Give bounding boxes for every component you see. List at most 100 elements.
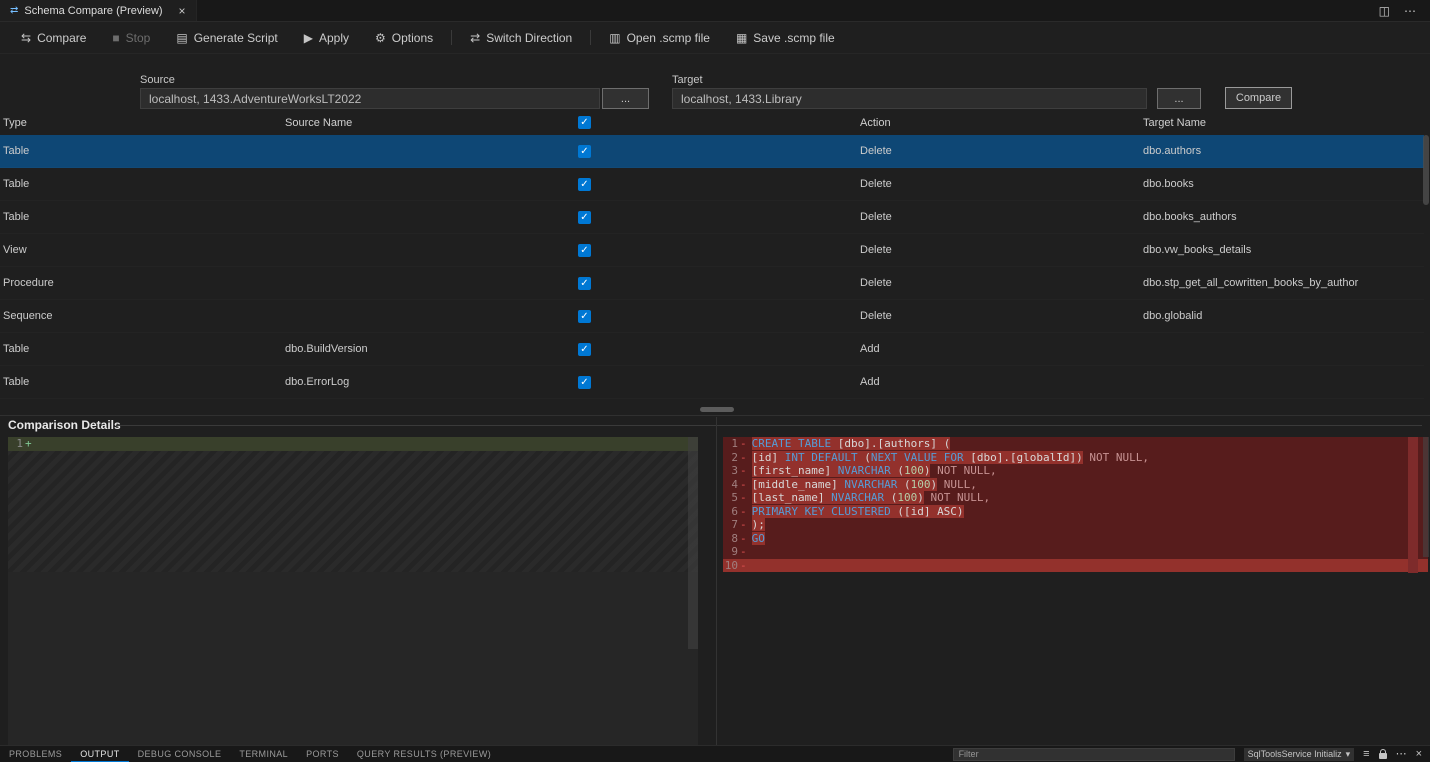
- table-scrollbar[interactable]: [1423, 135, 1429, 205]
- select-all-checkbox[interactable]: ✓: [578, 116, 591, 129]
- cell-include: ✓: [578, 267, 591, 299]
- diff-target-pane[interactable]: 1-CREATE TABLE [dbo].[authors] (2-[id] I…: [723, 437, 1428, 745]
- editor-tab-bar: ⇄ Schema Compare (Preview) × ◫ ⋯: [0, 0, 1430, 22]
- output-list-icon[interactable]: ≡: [1363, 748, 1369, 761]
- save-scmp-file-icon: ▦: [736, 31, 747, 45]
- table-row[interactable]: TableDeletedbo.books✓: [0, 168, 1424, 201]
- output-channel-select[interactable]: SqlToolsService Initializ ▾: [1244, 748, 1355, 761]
- line-number: 1: [8, 437, 23, 451]
- code-token: 100: [897, 491, 917, 504]
- details-rule: [116, 425, 1422, 426]
- target-browse-button[interactable]: ...: [1157, 88, 1201, 109]
- cell-source: dbo.BuildVersion: [285, 333, 368, 365]
- table-row[interactable]: TableDeletedbo.books_authors✓: [0, 201, 1424, 234]
- code-token: NEXT VALUE FOR: [871, 451, 970, 464]
- lock-icon[interactable]: [1379, 753, 1387, 759]
- cell-include: ✓: [578, 300, 591, 332]
- options-icon: ⚙: [375, 31, 386, 45]
- code-token: NVARCHAR: [844, 478, 904, 491]
- panel-tab-problems[interactable]: PROBLEMS: [0, 746, 71, 762]
- row-checkbox[interactable]: ✓: [578, 376, 591, 389]
- diff-target-line: 4-[middle_name] NVARCHAR (100) NULL,: [723, 478, 1428, 492]
- panel-close-icon[interactable]: ×: [1416, 748, 1422, 761]
- diff-overview-ruler: [1408, 437, 1418, 573]
- column-header-action[interactable]: Action: [860, 117, 891, 129]
- toolbar-open-scmp-file[interactable]: ▥Open .scmp file: [596, 22, 723, 53]
- table-row[interactable]: ProcedureDeletedbo.stp_get_all_cowritten…: [0, 267, 1424, 300]
- diff-target-line: 3-[first_name] NVARCHAR (100) NOT NULL,: [723, 464, 1428, 478]
- tab-title: Schema Compare (Preview): [24, 5, 162, 17]
- code-token: ): [1076, 451, 1083, 464]
- right-pane-scrollbar[interactable]: [1423, 437, 1429, 557]
- line-number: 1: [723, 437, 738, 451]
- table-row[interactable]: ViewDeletedbo.vw_books_details✓: [0, 234, 1424, 267]
- column-header-target-name[interactable]: Target Name: [1143, 117, 1206, 129]
- section-divider: [0, 415, 1430, 416]
- code-token: [id]: [752, 451, 785, 464]
- diff-target-line: 9-: [723, 545, 1428, 559]
- panel-tab-ports[interactable]: PORTS: [297, 746, 348, 762]
- table-row[interactable]: Tabledbo.BuildVersionAdd✓: [0, 333, 1424, 366]
- left-pane-scrollbar[interactable]: [688, 437, 698, 649]
- code-token: GO: [752, 532, 765, 545]
- diff-target-line: 5-[last_name] NVARCHAR (100) NOT NULL,: [723, 491, 1428, 505]
- cell-source: SalesLT.Address: [285, 399, 367, 409]
- tab-schema-compare[interactable]: ⇄ Schema Compare (Preview) ×: [0, 0, 197, 21]
- toolbar-options[interactable]: ⚙ Options: [362, 22, 446, 53]
- table-row[interactable]: SequenceDeletedbo.globalid✓: [0, 300, 1424, 333]
- row-checkbox[interactable]: ✓: [578, 178, 591, 191]
- cell-include: ✓: [578, 333, 591, 365]
- panel-tab-debug-console[interactable]: DEBUG CONSOLE: [129, 746, 231, 762]
- line-number: 2: [723, 451, 738, 465]
- code-token: (: [864, 451, 871, 464]
- panel-more-icon[interactable]: ⋯: [1396, 748, 1407, 761]
- toolbar-item-label: Switch Direction: [486, 31, 572, 45]
- panel-tab-output[interactable]: OUTPUT: [71, 746, 128, 762]
- apply-icon: ▶: [304, 31, 313, 45]
- table-row[interactable]: TableDeletedbo.authors✓: [0, 135, 1424, 168]
- compare-button[interactable]: Compare: [1225, 87, 1292, 109]
- output-filter-input[interactable]: Filter: [953, 748, 1235, 761]
- row-checkbox[interactable]: ✓: [578, 310, 591, 323]
- row-checkbox[interactable]: ✓: [578, 244, 591, 257]
- code-token: NOT NULL,: [930, 464, 996, 477]
- source-input[interactable]: localhost, 1433.AdventureWorksLT2022: [140, 88, 600, 109]
- source-browse-button[interactable]: ...: [602, 88, 649, 109]
- toolbar-apply[interactable]: ▶Apply: [291, 22, 362, 53]
- split-editor-icon[interactable]: ◫: [1379, 4, 1390, 18]
- row-checkbox[interactable]: ✓: [578, 277, 591, 290]
- more-actions-icon[interactable]: ⋯: [1404, 4, 1416, 18]
- diff-target-line: 1-CREATE TABLE [dbo].[authors] (: [723, 437, 1428, 451]
- row-checkbox[interactable]: ✓: [578, 211, 591, 224]
- diff-added-marker: +: [25, 437, 32, 450]
- target-input[interactable]: localhost, 1433.Library: [672, 88, 1147, 109]
- diff-removed-marker: -: [740, 545, 747, 558]
- cell-action: Add: [860, 399, 880, 409]
- code-token: (: [944, 437, 951, 450]
- cell-type: Sequence: [3, 300, 53, 332]
- row-checkbox[interactable]: ✓: [578, 343, 591, 356]
- row-checkbox[interactable]: ✓: [578, 409, 591, 410]
- toolbar-item-label: Options: [392, 31, 433, 45]
- splitter-handle[interactable]: [700, 407, 734, 412]
- toolbar-switch-direction[interactable]: ⇄Switch Direction: [457, 22, 585, 53]
- toolbar-compare[interactable]: ⇆Compare: [8, 22, 99, 53]
- row-checkbox[interactable]: ✓: [578, 145, 591, 158]
- cell-target: dbo.vw_books_details: [1143, 234, 1251, 266]
- toolbar-save-scmp-file[interactable]: ▦Save .scmp file: [723, 22, 848, 53]
- cell-type: Table: [3, 168, 29, 200]
- diff-removed-marker: -: [740, 437, 747, 450]
- bottom-panel-bar: PROBLEMSOUTPUTDEBUG CONSOLETERMINALPORTS…: [0, 745, 1430, 762]
- panel-tab-query-results-preview[interactable]: QUERY RESULTS (PREVIEW): [348, 746, 500, 762]
- close-icon[interactable]: ×: [179, 4, 186, 18]
- table-row[interactable]: Tabledbo.ErrorLogAdd✓: [0, 366, 1424, 399]
- code-token: ): [917, 491, 924, 504]
- panel-tab-terminal[interactable]: TERMINAL: [230, 746, 297, 762]
- cell-action: Delete: [860, 267, 892, 299]
- column-header-source-name[interactable]: Source Name: [285, 117, 352, 129]
- cell-type: Table: [3, 399, 29, 409]
- column-header-type[interactable]: Type: [3, 117, 27, 129]
- diff-source-pane[interactable]: 1+: [8, 437, 698, 745]
- toolbar-generate-script[interactable]: ▤Generate Script: [163, 22, 290, 53]
- diff-target-line: 6-PRIMARY KEY CLUSTERED ([id] ASC): [723, 505, 1428, 519]
